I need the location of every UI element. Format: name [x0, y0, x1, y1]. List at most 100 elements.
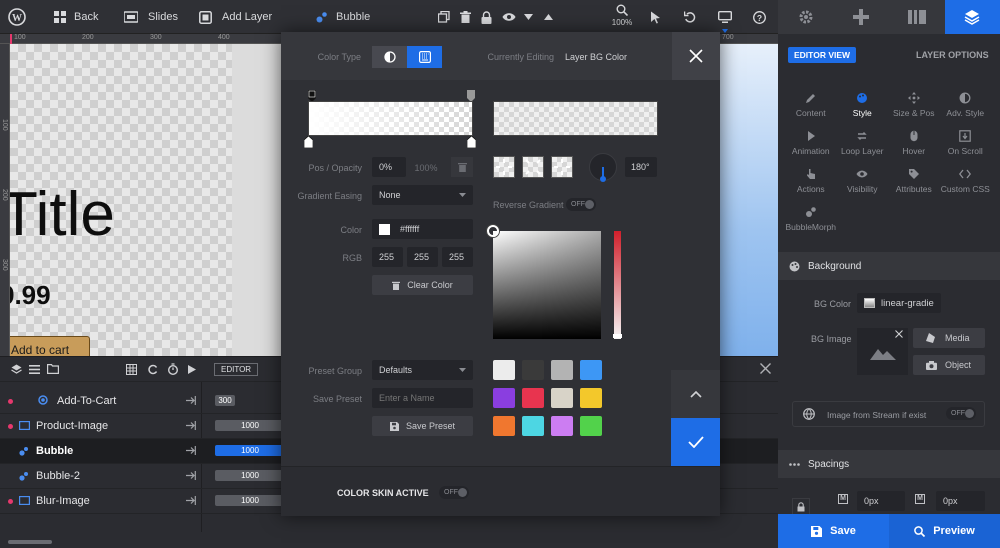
- preset-swatch[interactable]: [551, 360, 573, 380]
- option-visibility[interactable]: Visibility: [835, 156, 891, 194]
- editor-timeline-label[interactable]: EDITOR: [214, 363, 259, 376]
- margin-right-input[interactable]: 0px: [936, 491, 985, 511]
- preset-swatch[interactable]: [580, 416, 602, 436]
- option-actions[interactable]: Actions: [783, 156, 839, 194]
- editor-view-button[interactable]: EDITOR VIEW: [788, 47, 857, 63]
- color-hex-input[interactable]: #ffffff: [372, 219, 473, 239]
- gradient-easing-select[interactable]: None: [372, 185, 473, 205]
- reverse-gradient-toggle[interactable]: OFF: [566, 198, 596, 211]
- timeline-bar[interactable]: 1000: [215, 470, 285, 481]
- option-hover[interactable]: Hover: [886, 118, 942, 156]
- gradient-preview-bar[interactable]: [308, 101, 473, 136]
- preset-swatch[interactable]: [522, 388, 544, 408]
- option-animation[interactable]: Animation: [783, 118, 839, 156]
- slide-title-text[interactable]: Title: [0, 184, 115, 246]
- preset-swatch[interactable]: [551, 388, 573, 408]
- close-timeline-icon[interactable]: [760, 363, 771, 374]
- timer-icon[interactable]: [167, 363, 179, 375]
- option-content[interactable]: Content: [783, 80, 839, 118]
- help-icon[interactable]: ?: [753, 0, 766, 34]
- layers-stack-icon[interactable]: [11, 364, 22, 375]
- tab-layers-library[interactable]: [889, 0, 945, 34]
- option-size-pos[interactable]: Size & Pos: [886, 80, 942, 118]
- move-down-icon[interactable]: [524, 0, 533, 34]
- snap-grid-icon[interactable]: [126, 364, 137, 375]
- folder-icon[interactable]: [47, 364, 59, 374]
- option-loop-layer[interactable]: Loop Layer: [835, 118, 891, 156]
- option-bubblemorph[interactable]: BubbleMorph: [783, 194, 839, 232]
- collapse-presets-button[interactable]: [671, 370, 720, 418]
- gradient-type-linear-button[interactable]: [493, 156, 515, 178]
- position-input[interactable]: 0%: [372, 157, 406, 177]
- wordpress-logo-icon[interactable]: W: [8, 0, 26, 34]
- expand-arrow-icon[interactable]: [186, 421, 196, 430]
- close-modal-button[interactable]: [672, 32, 720, 80]
- saturation-cursor[interactable]: [487, 225, 499, 237]
- list-icon[interactable]: [29, 365, 40, 374]
- timeline-bar[interactable]: 1000: [215, 445, 285, 456]
- cursor-icon[interactable]: [650, 0, 661, 34]
- remove-bg-image-icon[interactable]: [895, 330, 903, 338]
- media-button[interactable]: Media: [913, 328, 985, 348]
- timeline-bar[interactable]: 1000: [215, 420, 285, 431]
- red-input[interactable]: 255: [372, 247, 403, 267]
- delete-stop-button[interactable]: [451, 157, 473, 177]
- color-skin-toggle[interactable]: OFF: [439, 486, 469, 499]
- apply-color-button[interactable]: [671, 418, 720, 466]
- visibility-layer-icon[interactable]: [502, 0, 516, 34]
- timeline-scrollbar[interactable]: [8, 540, 52, 544]
- option-custom-css[interactable]: Custom CSS: [938, 156, 994, 194]
- current-layer-selector[interactable]: Bubble: [316, 0, 370, 34]
- delete-layer-icon[interactable]: [460, 0, 471, 34]
- preset-swatch[interactable]: [580, 388, 602, 408]
- angle-input[interactable]: 180°: [625, 157, 657, 177]
- clear-color-button[interactable]: Clear Color: [372, 275, 473, 295]
- gradient-stop-bottom-right[interactable]: [467, 136, 476, 148]
- green-input[interactable]: 255: [407, 247, 438, 267]
- opacity-slider[interactable]: [613, 231, 622, 339]
- repeat-icon[interactable]: [147, 364, 158, 375]
- solid-color-button[interactable]: [372, 46, 407, 68]
- expand-arrow-icon[interactable]: [186, 446, 196, 455]
- preset-swatch[interactable]: [522, 416, 544, 436]
- opacity-slider-handle[interactable]: [613, 334, 622, 338]
- gradient-type-ellipse-button[interactable]: [551, 156, 573, 178]
- gradient-color-button[interactable]: [407, 46, 442, 68]
- option-attributes[interactable]: Attributes: [886, 156, 942, 194]
- stream-toggle[interactable]: OFF: [946, 407, 976, 420]
- preset-swatch[interactable]: [522, 360, 544, 380]
- option-style[interactable]: Style: [835, 80, 891, 118]
- expand-arrow-icon[interactable]: [186, 396, 196, 405]
- margin-top-input[interactable]: 0px: [857, 491, 905, 511]
- option-on-scroll[interactable]: On Scroll: [938, 118, 994, 156]
- spacings-section-header[interactable]: Spacings: [778, 450, 1000, 478]
- opacity-input[interactable]: 100%: [411, 163, 441, 173]
- timeline-bar[interactable]: 300: [215, 395, 235, 406]
- preset-swatch[interactable]: [551, 416, 573, 436]
- add-to-cart-layer[interactable]: Add to cart: [0, 336, 90, 356]
- timeline-bar[interactable]: 1000: [215, 495, 285, 506]
- undo-icon[interactable]: [684, 0, 696, 34]
- preset-swatch[interactable]: [493, 388, 515, 408]
- tab-layer[interactable]: [944, 0, 1000, 34]
- gradient-type-radial-button[interactable]: [522, 156, 544, 178]
- background-section-header[interactable]: Background: [778, 252, 1000, 280]
- zoom-control[interactable]: 100%: [610, 4, 634, 27]
- move-up-icon[interactable]: [544, 0, 553, 34]
- expand-arrow-icon[interactable]: [186, 471, 196, 480]
- preset-swatch[interactable]: [493, 360, 515, 380]
- bg-color-input[interactable]: linear-gradie: [857, 293, 941, 313]
- add-layer-button[interactable]: Add Layer: [199, 0, 272, 34]
- save-preset-button[interactable]: Save Preset: [372, 416, 473, 436]
- gradient-stop-bottom-left[interactable]: [304, 136, 313, 148]
- blue-input[interactable]: 255: [442, 247, 473, 267]
- preset-swatch[interactable]: [580, 360, 602, 380]
- angle-dial[interactable]: [589, 153, 617, 182]
- tab-navigation[interactable]: [834, 0, 890, 34]
- preview-button[interactable]: Preview: [889, 514, 1000, 548]
- expand-arrow-icon[interactable]: [186, 496, 196, 505]
- preset-swatch[interactable]: [493, 416, 515, 436]
- save-button[interactable]: Save: [778, 514, 889, 548]
- tab-settings[interactable]: [778, 0, 834, 34]
- saturation-picker[interactable]: [487, 225, 601, 339]
